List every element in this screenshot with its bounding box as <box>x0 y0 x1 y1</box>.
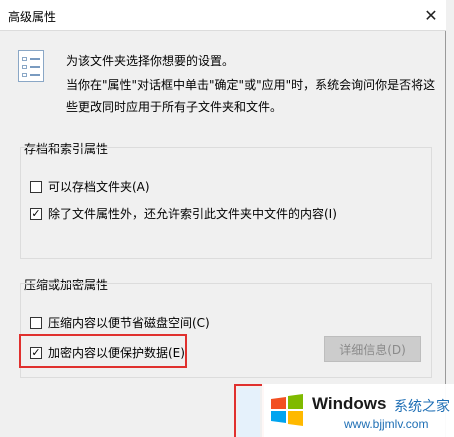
watermark-site-name: 系统之家 <box>394 399 450 415</box>
windows-logo-icon <box>271 394 303 426</box>
ok-highlight <box>234 384 264 437</box>
index-checkbox-row[interactable]: 除了文件属性外，还允许索引此文件夹中文件的内容(I) <box>30 205 337 222</box>
watermark-brand: Windows <box>312 394 387 413</box>
archive-group-box <box>20 147 432 259</box>
index-checkbox-label: 除了文件属性外，还允许索引此文件夹中文件的内容(I) <box>48 207 337 221</box>
compress-checkbox-row[interactable]: 压缩内容以便节省磁盘空间(C) <box>30 314 210 331</box>
close-button[interactable]: ✕ <box>416 0 446 30</box>
dialog-title: 高级属性 <box>8 10 57 24</box>
title-bar: 高级属性 ✕ <box>0 0 446 31</box>
checklist-icon <box>18 50 44 82</box>
watermark: Windows 系统之家 www.bjjmlv.com <box>262 384 454 437</box>
archive-checkbox-label: 可以存档文件夹(A) <box>48 180 150 194</box>
details-button[interactable]: 详细信息(D) <box>324 336 421 362</box>
compress-checkbox-label: 压缩内容以便节省磁盘空间(C) <box>48 316 210 330</box>
intro-line-2: 当你在"属性"对话框中单击"确定"或"应用"时，系统会询问你是否将这些更改同时应… <box>66 78 436 114</box>
advanced-attributes-dialog: 高级属性 ✕ 为该文件夹选择你想要的设置。 当你在"属性"对话框中单击"确定"或… <box>0 0 446 437</box>
encrypt-highlight <box>19 334 187 368</box>
intro-line-1: 为该文件夹选择你想要的设置。 <box>66 54 235 68</box>
index-checkbox[interactable] <box>30 207 42 220</box>
compress-checkbox[interactable] <box>30 316 42 329</box>
archive-checkbox[interactable] <box>30 180 42 193</box>
archive-checkbox-row[interactable]: 可以存档文件夹(A) <box>30 178 150 195</box>
watermark-url: www.bjjmlv.com <box>344 417 429 431</box>
